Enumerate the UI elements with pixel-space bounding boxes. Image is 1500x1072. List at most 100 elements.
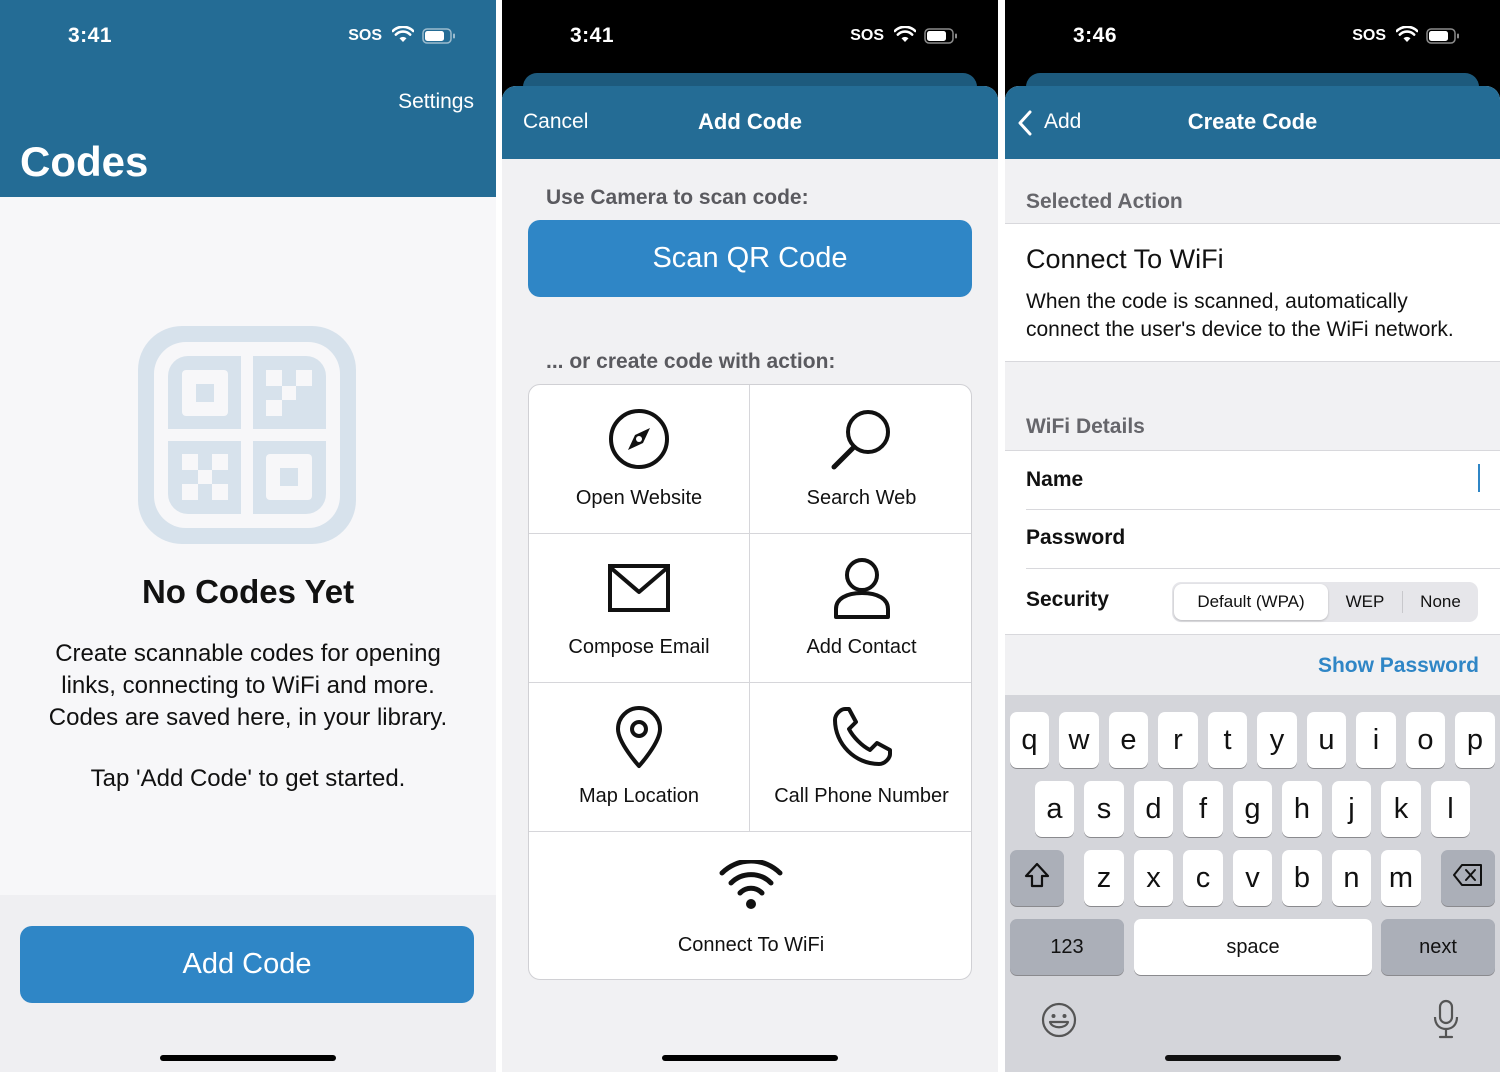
home-indicator[interactable] [160, 1055, 336, 1061]
key-j[interactable]: j [1332, 781, 1371, 837]
key-x[interactable]: x [1134, 850, 1173, 906]
add-code-sheet: Cancel Add Code Use Camera to scan code:… [502, 86, 998, 1072]
action-label: Call Phone Number [774, 785, 949, 807]
wifi-status-icon [893, 25, 917, 48]
create-section-label: ... or create code with action: [546, 350, 836, 373]
key-g[interactable]: g [1233, 781, 1272, 837]
navigation-bar: Cancel Add Code [502, 86, 998, 159]
settings-button[interactable]: Settings [398, 90, 474, 114]
text-cursor [1478, 464, 1480, 492]
status-sos: SOS [1352, 27, 1386, 44]
empty-state-description: Create scannable codes for opening links… [48, 640, 448, 731]
emoji-icon[interactable] [1041, 1002, 1077, 1043]
key-t[interactable]: t [1208, 712, 1247, 768]
numbers-key[interactable]: 123 [1010, 919, 1124, 975]
microphone-icon[interactable] [1433, 999, 1459, 1044]
battery-icon [422, 28, 456, 49]
key-k[interactable]: k [1381, 781, 1421, 837]
key-n[interactable]: n [1332, 850, 1371, 906]
key-z[interactable]: z [1084, 850, 1124, 906]
shift-key[interactable] [1010, 850, 1064, 906]
page-title: Codes [20, 138, 149, 185]
key-m[interactable]: m [1381, 850, 1421, 906]
home-indicator[interactable] [662, 1055, 838, 1061]
action-label: Add Contact [806, 636, 917, 658]
next-key[interactable]: next [1381, 919, 1495, 975]
key-q[interactable]: q [1010, 712, 1049, 768]
key-a[interactable]: a [1035, 781, 1074, 837]
key-r[interactable]: r [1158, 712, 1198, 768]
security-field-label: Security [1026, 588, 1109, 611]
back-button[interactable]: Add [1044, 110, 1081, 134]
action-label: Connect To WiFi [677, 934, 825, 956]
status-bar: 3:41 SOS [502, 0, 998, 70]
status-bar: 3:46 SOS [1005, 0, 1500, 70]
action-call-phone-number[interactable]: Call Phone Number [750, 683, 971, 832]
scan-qr-code-button[interactable]: Scan QR Code [528, 220, 972, 297]
selected-action-section-label: Selected Action [1026, 190, 1183, 213]
wifi-icon [718, 854, 784, 918]
action-compose-email[interactable]: Compose Email [529, 534, 750, 683]
scan-section-label: Use Camera to scan code: [546, 186, 809, 209]
cancel-button[interactable]: Cancel [523, 110, 588, 134]
action-title: Connect To WiFi [1026, 244, 1224, 274]
wifi-status-icon [391, 25, 415, 48]
action-map-location[interactable]: Map Location [529, 683, 750, 832]
security-option-wep[interactable]: WEP [1328, 592, 1402, 612]
key-l[interactable]: l [1431, 781, 1470, 837]
battery-icon [1426, 28, 1460, 49]
selected-action-card: Connect To WiFi When the code is scanned… [1005, 223, 1500, 362]
key-s[interactable]: s [1084, 781, 1124, 837]
key-u[interactable]: u [1307, 712, 1346, 768]
key-d[interactable]: d [1134, 781, 1173, 837]
key-v[interactable]: v [1233, 850, 1272, 906]
wifi-status-icon [1395, 25, 1419, 48]
add-code-screen: 3:41 SOS Cancel Add Code Use Camera to s… [502, 0, 998, 1072]
action-connect-to-wifi[interactable]: Connect To WiFi [529, 832, 971, 979]
security-option-default-wpa[interactable]: Default (WPA) [1174, 584, 1328, 620]
action-label: Search Web [806, 487, 917, 509]
key-f[interactable]: f [1183, 781, 1223, 837]
name-field-label: Name [1026, 468, 1084, 491]
status-time: 3:46 [1073, 24, 1118, 47]
status-time: 3:41 [68, 24, 113, 47]
key-i[interactable]: i [1356, 712, 1396, 768]
navigation-bar: Add Create Code [1005, 86, 1500, 159]
action-open-website[interactable]: Open Website [529, 385, 750, 534]
key-h[interactable]: h [1282, 781, 1322, 837]
key-y[interactable]: y [1257, 712, 1297, 768]
security-option-none[interactable]: None [1403, 592, 1478, 612]
status-bar: 3:41 SOS [0, 0, 496, 70]
delete-key[interactable] [1441, 850, 1495, 906]
key-e[interactable]: e [1109, 712, 1148, 768]
empty-state-title: No Codes Yet [141, 573, 355, 610]
password-input[interactable] [1145, 510, 1500, 568]
chevron-left-icon[interactable] [1017, 110, 1033, 141]
create-code-sheet: Add Create Code Selected Action Connect … [1005, 86, 1500, 1072]
home-indicator[interactable] [1165, 1055, 1341, 1061]
action-add-contact[interactable]: Add Contact [750, 534, 971, 683]
status-sos: SOS [348, 27, 382, 44]
key-c[interactable]: c [1183, 850, 1223, 906]
key-o[interactable]: o [1406, 712, 1445, 768]
show-password-button[interactable]: Show Password [1318, 654, 1479, 678]
action-description: When the code is scanned, automatically … [1026, 290, 1454, 341]
action-search-web[interactable]: Search Web [750, 385, 971, 534]
space-key[interactable]: space [1134, 919, 1372, 975]
key-p[interactable]: p [1455, 712, 1495, 768]
security-segmented-control: Default (WPA) WEP None [1172, 582, 1478, 622]
wifi-details-section-label: WiFi Details [1026, 415, 1145, 438]
battery-icon [924, 28, 958, 49]
action-label: Compose Email [568, 636, 710, 658]
add-code-button[interactable]: Add Code [20, 926, 474, 1003]
action-grid: Open Website Search Web Compose Email Ad… [528, 384, 972, 980]
envelope-icon [608, 556, 670, 620]
key-b[interactable]: b [1282, 850, 1322, 906]
name-input[interactable] [1145, 451, 1500, 509]
qr-code-icon [138, 326, 356, 549]
password-field-label: Password [1026, 526, 1126, 549]
key-w[interactable]: w [1059, 712, 1099, 768]
shift-arrow-icon [1024, 862, 1050, 894]
backspace-icon [1453, 864, 1483, 892]
magnifier-icon [830, 407, 894, 471]
